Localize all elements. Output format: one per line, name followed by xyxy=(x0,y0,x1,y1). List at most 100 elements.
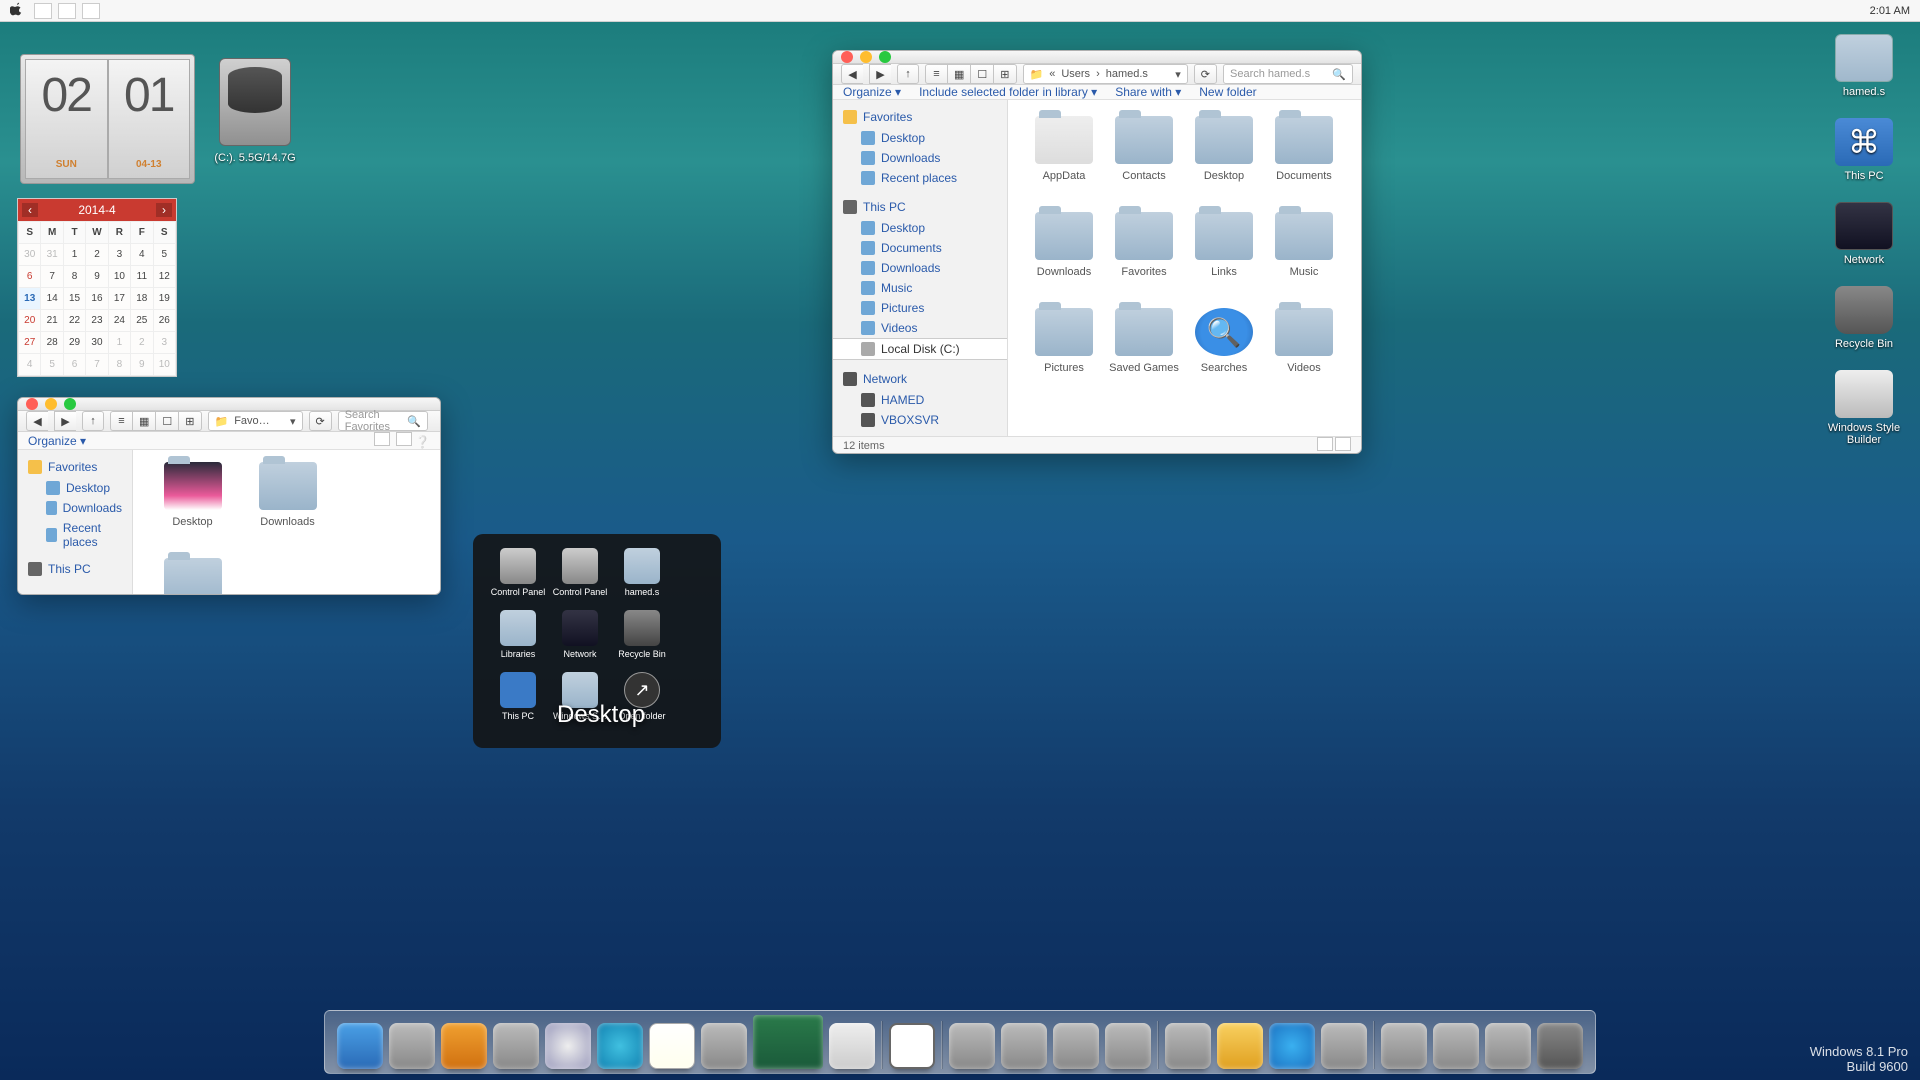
calendar-day[interactable]: 15 xyxy=(63,288,85,310)
details-view-button[interactable] xyxy=(1317,437,1333,451)
desktop-icon-network[interactable]: Network xyxy=(1824,202,1904,266)
sidebar-item-hamed[interactable]: HAMED xyxy=(833,390,1007,410)
desktop-icon-style-builder[interactable]: Windows Style Builder xyxy=(1824,370,1904,446)
sidebar-item-vbox[interactable]: VBOXSVR xyxy=(833,410,1007,430)
file-item[interactable]: Desktop xyxy=(1184,116,1264,206)
calendar-day[interactable]: 26 xyxy=(153,310,175,332)
sidebar-favorites-header[interactable]: Favorites xyxy=(833,106,1007,128)
file-item[interactable]: Downloads xyxy=(240,462,335,552)
dock-app-9[interactable] xyxy=(1321,1023,1367,1069)
calendar-day[interactable]: 14 xyxy=(41,288,63,310)
calendar-day[interactable]: 16 xyxy=(86,288,108,310)
calendar-day[interactable]: 2 xyxy=(131,332,153,354)
new-folder-button[interactable]: New folder xyxy=(1199,85,1256,99)
calendar-day[interactable]: 28 xyxy=(41,332,63,354)
view-mode-group[interactable]: ≡▦☐⊞ xyxy=(110,411,202,431)
calendar-day[interactable]: 22 xyxy=(63,310,85,332)
menubar-clock[interactable]: 2:01 AM xyxy=(1870,5,1910,17)
calendar-day[interactable]: 12 xyxy=(153,266,175,288)
taskbar-app-3[interactable] xyxy=(82,3,100,19)
dock-safari[interactable] xyxy=(545,1023,591,1069)
stack-item[interactable]: This PC xyxy=(487,672,549,734)
sidebar-thispc-header[interactable]: This PC xyxy=(833,196,1007,218)
file-item[interactable]: Contacts xyxy=(1104,116,1184,206)
include-menu[interactable]: Include selected folder in library ▾ xyxy=(919,85,1097,99)
file-item[interactable]: Videos xyxy=(1264,308,1344,398)
icons-view-button[interactable] xyxy=(1335,437,1351,451)
calendar-day[interactable]: 5 xyxy=(153,244,175,266)
stack-item[interactable]: Libraries xyxy=(487,610,549,672)
forward-button[interactable]: ▶ xyxy=(869,64,891,84)
help-button[interactable]: ❔ xyxy=(415,435,430,449)
calendar-day[interactable]: 18 xyxy=(131,288,153,310)
sidebar-item-downloads[interactable]: Downloads xyxy=(18,498,132,518)
calendar-day[interactable]: 6 xyxy=(19,266,41,288)
up-button[interactable]: ↑ xyxy=(82,411,104,431)
share-menu[interactable]: Share with ▾ xyxy=(1115,85,1181,99)
dock-app-7[interactable] xyxy=(1165,1023,1211,1069)
file-item[interactable]: Recent places xyxy=(145,558,240,595)
preview-button[interactable] xyxy=(396,432,412,446)
dock-trash[interactable] xyxy=(1537,1023,1583,1069)
file-grid[interactable]: AppDataContactsDesktopDocumentsDownloads… xyxy=(1008,100,1361,436)
sidebar-network-header[interactable]: Network xyxy=(833,368,1007,390)
dock-app-5[interactable] xyxy=(1053,1023,1099,1069)
sidebar-item-recent[interactable]: Recent places xyxy=(18,518,132,552)
sidebar-item-pictures[interactable]: Pictures xyxy=(833,298,1007,318)
back-button[interactable]: ◀ xyxy=(841,64,863,84)
file-item[interactable]: Music xyxy=(1264,212,1344,302)
calendar-day[interactable]: 21 xyxy=(41,310,63,332)
titlebar[interactable] xyxy=(833,51,1361,64)
calendar-day[interactable]: 31 xyxy=(41,244,63,266)
dock-finder[interactable] xyxy=(337,1023,383,1069)
up-button[interactable]: ↑ xyxy=(897,64,919,84)
calendar-day[interactable]: 3 xyxy=(153,332,175,354)
refresh-button[interactable]: ⟳ xyxy=(1194,64,1217,84)
sidebar-item-localdisk[interactable]: Local Disk (C:) xyxy=(833,338,1007,360)
dock-app-10[interactable] xyxy=(1381,1023,1427,1069)
calendar-day[interactable]: 30 xyxy=(19,244,41,266)
file-item[interactable]: Links xyxy=(1184,212,1264,302)
dock-power[interactable] xyxy=(1001,1023,1047,1069)
dock-appstore[interactable] xyxy=(1269,1023,1315,1069)
calendar-day[interactable]: 13 xyxy=(19,288,41,310)
calendar-day[interactable]: 4 xyxy=(131,244,153,266)
taskbar-app-2[interactable] xyxy=(58,3,76,19)
close-button[interactable] xyxy=(841,51,853,63)
file-item[interactable]: Saved Games xyxy=(1104,308,1184,398)
calendar-day[interactable]: 1 xyxy=(63,244,85,266)
calendar-day[interactable]: 5 xyxy=(41,354,63,376)
calendar-day[interactable]: 7 xyxy=(41,266,63,288)
calendar-day[interactable]: 19 xyxy=(153,288,175,310)
search-input[interactable]: Search hamed.s🔍 xyxy=(1223,64,1353,84)
sidebar-item-videos[interactable]: Videos xyxy=(833,318,1007,338)
close-button[interactable] xyxy=(26,398,38,410)
calendar-day[interactable]: 20 xyxy=(19,310,41,332)
cal-prev-button[interactable]: ‹ xyxy=(22,203,38,217)
calendar-day[interactable]: 9 xyxy=(86,266,108,288)
view-mode-group[interactable]: ≡▦☐⊞ xyxy=(925,64,1017,84)
stack-item[interactable]: Control Panel xyxy=(487,548,549,610)
calendar-day[interactable]: 25 xyxy=(131,310,153,332)
file-grid[interactable]: DesktopDownloadsRecent places xyxy=(133,450,440,595)
file-item[interactable]: Pictures xyxy=(1024,308,1104,398)
calendar-day[interactable]: 8 xyxy=(63,266,85,288)
cal-next-button[interactable]: › xyxy=(156,203,172,217)
calendar-day[interactable]: 7 xyxy=(86,354,108,376)
maximize-button[interactable] xyxy=(879,51,891,63)
file-item[interactable]: Favorites xyxy=(1104,212,1184,302)
dock-app-3[interactable] xyxy=(597,1023,643,1069)
minimize-button[interactable] xyxy=(860,51,872,63)
address-bar[interactable]: 📁 « Users› hamed.s ▾ xyxy=(1023,64,1188,84)
calendar-day[interactable]: 30 xyxy=(86,332,108,354)
calendar-day[interactable]: 4 xyxy=(19,354,41,376)
dock-bootcamp[interactable] xyxy=(829,1023,875,1069)
minimize-button[interactable] xyxy=(45,398,57,410)
calendar-day[interactable]: 17 xyxy=(108,288,130,310)
sidebar-item-recent[interactable]: Recent places xyxy=(833,168,1007,188)
dock-osx[interactable] xyxy=(889,1023,935,1069)
calendar-day[interactable]: 27 xyxy=(19,332,41,354)
stack-item[interactable]: hamed.s xyxy=(611,548,673,610)
calendar-day[interactable]: 11 xyxy=(131,266,153,288)
calendar-day[interactable]: 6 xyxy=(63,354,85,376)
